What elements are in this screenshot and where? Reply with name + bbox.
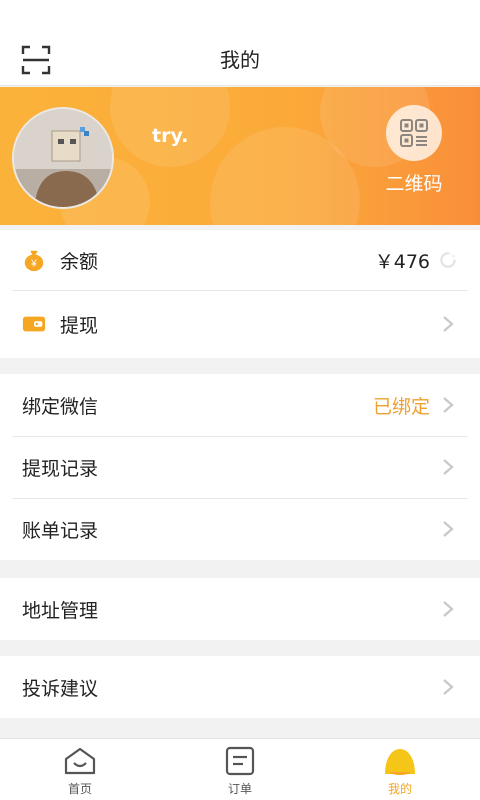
wallet-icon — [22, 312, 46, 336]
top-bar: 我的 — [0, 0, 480, 86]
complaint-row[interactable]: 投诉建议 — [0, 656, 480, 718]
withdraw-label: 提现 — [60, 314, 99, 337]
tab-orders[interactable]: 订单 — [160, 739, 320, 800]
chevron-right-icon — [438, 395, 458, 415]
chevron-right-icon — [438, 519, 458, 539]
tab-home[interactable]: 首页 — [0, 739, 160, 800]
tab-home-label: 首页 — [67, 782, 92, 796]
tab-profile[interactable]: 我的 — [320, 739, 480, 800]
withdraw-records-label: 提现记录 — [22, 457, 99, 480]
money-bag-icon: ¥ — [22, 248, 46, 272]
withdraw-records-row[interactable]: 提现记录 — [0, 436, 480, 498]
home-icon — [63, 745, 97, 777]
tab-profile-label: 我的 — [387, 782, 412, 796]
address-card: 地址管理 — [0, 578, 480, 640]
bill-records-row[interactable]: 账单记录 — [0, 498, 480, 560]
chevron-right-icon — [438, 599, 458, 619]
page-title: 我的 — [220, 48, 260, 72]
bind-status: 已绑定 — [372, 395, 430, 418]
complaint-card: 投诉建议 — [0, 656, 480, 718]
balance-row[interactable]: ¥ 余额 ￥476 — [0, 230, 480, 290]
withdraw-row[interactable]: 提现 — [0, 290, 480, 358]
profile-banner: try. 二维码 — [0, 87, 480, 225]
balance-label: 余额 — [60, 250, 99, 273]
bind-wechat-row[interactable]: 绑定微信 已绑定 — [0, 374, 480, 436]
qr-code-label: 二维码 — [385, 173, 443, 195]
complaint-label: 投诉建议 — [22, 677, 99, 700]
chevron-right-icon — [438, 314, 458, 334]
refresh-icon[interactable] — [438, 250, 458, 270]
balance-value: ￥476 — [374, 250, 430, 273]
profile-icon — [383, 745, 417, 777]
tab-bar: 首页 订单 我的 — [0, 738, 480, 800]
account-card: 绑定微信 已绑定 提现记录 账单记录 — [0, 374, 480, 560]
order-icon — [223, 745, 257, 777]
address-row[interactable]: 地址管理 — [0, 578, 480, 640]
chevron-right-icon — [438, 677, 458, 697]
address-label: 地址管理 — [22, 599, 99, 622]
bind-wechat-label: 绑定微信 — [22, 395, 99, 418]
tab-orders-label: 订单 — [227, 782, 252, 796]
qr-code-button[interactable]: 二维码 — [372, 105, 456, 196]
avatar-image — [14, 109, 112, 207]
wallet-card: ¥ 余额 ￥476 提现 — [0, 230, 480, 358]
chevron-right-icon — [438, 457, 458, 477]
svg-text:¥: ¥ — [30, 258, 37, 269]
avatar[interactable] — [12, 107, 114, 209]
username: try. — [152, 125, 189, 147]
bill-records-label: 账单记录 — [22, 519, 99, 542]
qr-code-icon — [386, 105, 442, 161]
